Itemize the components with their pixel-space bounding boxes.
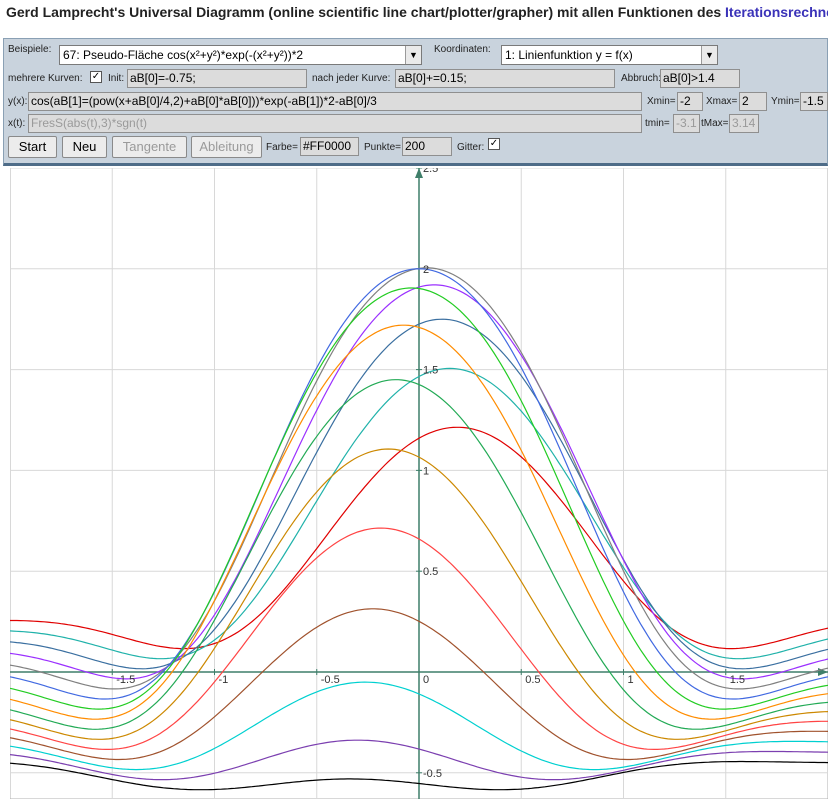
koordinaten-value: 1: Linienfunktion y = f(x) bbox=[505, 48, 633, 62]
tmax-field[interactable]: 3.14 bbox=[729, 114, 759, 133]
tmax-label: tMax= bbox=[701, 118, 729, 129]
beispiele-value: 67: Pseudo-Fläche cos(x²+y²)*exp(-(x²+y²… bbox=[63, 48, 304, 62]
ableitung-button[interactable]: Ableitung bbox=[191, 136, 262, 158]
mehrere-kurven-checkbox[interactable]: ✓ bbox=[90, 71, 102, 83]
x-tick-label: -1.5 bbox=[116, 674, 135, 686]
iterationsrechner-link[interactable]: Iterationsrechners bbox=[725, 4, 828, 20]
chevron-down-icon: ▼ bbox=[701, 46, 717, 64]
init-label: Init: bbox=[108, 73, 125, 84]
y-tick-label: 2 bbox=[423, 264, 429, 276]
tmin-label: tmin= bbox=[645, 118, 670, 129]
abbruch-label: Abbruch: bbox=[621, 73, 662, 84]
nach-jeder-kurve-label: nach jeder Kurve: bbox=[312, 73, 391, 84]
koordinaten-label: Koordinaten: bbox=[434, 44, 491, 55]
title-text: Gerd Lamprecht's Universal Diagramm (onl… bbox=[6, 4, 722, 20]
y-tick-label: 0.5 bbox=[423, 566, 438, 578]
xmax-label: Xmax= bbox=[706, 96, 738, 107]
neu-button[interactable]: Neu bbox=[62, 136, 107, 158]
xt-field[interactable]: FresS(abs(t),3)*sgn(t) bbox=[28, 114, 642, 133]
control-panel: Beispiele: 67: Pseudo-Fläche cos(x²+y²)*… bbox=[3, 38, 828, 166]
punkte-label: Punkte= bbox=[364, 142, 401, 153]
xmax-field[interactable]: 2 bbox=[739, 92, 767, 111]
x-tick-label: 0.5 bbox=[525, 674, 540, 686]
farbe-label: Farbe= bbox=[266, 142, 298, 153]
page-title: Gerd Lamprecht's Universal Diagramm (onl… bbox=[6, 2, 828, 26]
x-tick-label: 1.5 bbox=[730, 674, 745, 686]
yx-field[interactable]: cos(aB[1]=(pow(x+aB[0]/4,2)+aB[0]*aB[0])… bbox=[28, 92, 642, 111]
y-tick-label: -0.5 bbox=[423, 768, 442, 780]
abbruch-field[interactable]: aB[0]>1.4 bbox=[660, 69, 740, 88]
y-tick-label: 2.5 bbox=[423, 168, 438, 175]
ymin-label: Ymin= bbox=[771, 96, 800, 107]
y-tick-label: 1.5 bbox=[423, 365, 438, 377]
gitter-checkbox[interactable]: ✓ bbox=[488, 138, 500, 150]
init-field[interactable]: aB[0]=-0.75; bbox=[127, 69, 307, 88]
x-tick-label: 0 bbox=[423, 674, 429, 686]
mehrere-kurven-label: mehrere Kurven: bbox=[8, 73, 83, 84]
nach-jeder-kurve-field[interactable]: aB[0]+=0.15; bbox=[395, 69, 615, 88]
punkte-field[interactable]: 200 bbox=[402, 137, 452, 156]
start-button[interactable]: Start bbox=[8, 136, 57, 158]
tmin-field[interactable]: -3.1 bbox=[673, 114, 700, 133]
yx-label: y(x): bbox=[8, 96, 28, 107]
koordinaten-select[interactable]: 1: Linienfunktion y = f(x) ▼ bbox=[501, 45, 718, 65]
farbe-field[interactable]: #FF0000 bbox=[300, 137, 359, 156]
y-tick-label: 1 bbox=[423, 465, 429, 477]
xmin-label: Xmin= bbox=[647, 96, 676, 107]
beispiele-label: Beispiele: bbox=[8, 44, 52, 55]
xt-label: x(t): bbox=[8, 118, 26, 129]
x-tick-label: -0.5 bbox=[321, 674, 340, 686]
chevron-down-icon: ▼ bbox=[405, 46, 421, 64]
x-tick-label: -1 bbox=[219, 674, 229, 686]
beispiele-select[interactable]: 67: Pseudo-Fläche cos(x²+y²)*exp(-(x²+y²… bbox=[59, 45, 422, 65]
ymin-field[interactable]: -1.5 bbox=[800, 92, 828, 111]
tangente-button[interactable]: Tangente bbox=[112, 136, 187, 158]
chart-plot-area: -1.5 -1 -0.5 0 0.5 1 1.5 2.5 2 1.5 1 0.5 -0.5 bbox=[10, 168, 828, 799]
gitter-label: Gitter: bbox=[457, 142, 485, 153]
xmin-field[interactable]: -2 bbox=[677, 92, 703, 111]
x-tick-label: 1 bbox=[628, 674, 634, 686]
